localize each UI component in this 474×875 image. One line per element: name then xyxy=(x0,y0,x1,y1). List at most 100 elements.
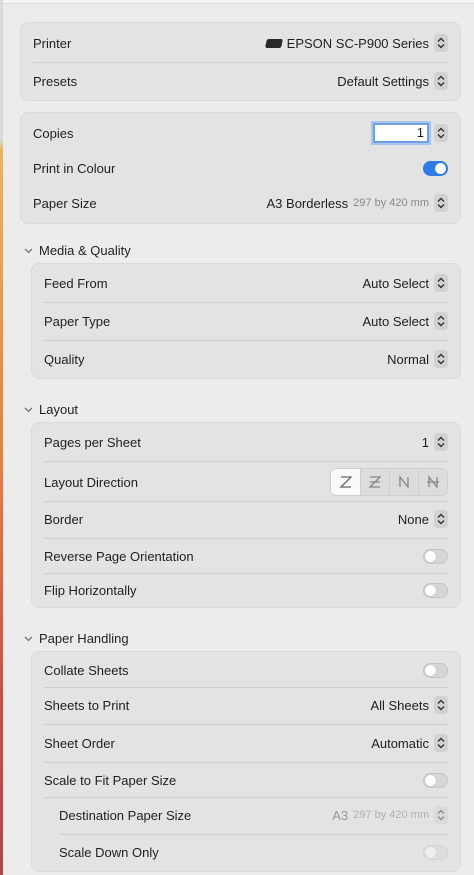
separator xyxy=(44,573,448,574)
direction-segmented-control xyxy=(330,468,448,496)
pages-row: Pages per Sheet 1 xyxy=(44,432,448,452)
media-quality-heading[interactable]: Media & Quality xyxy=(24,243,131,258)
sheets-value: All Sheets xyxy=(370,697,429,713)
chevron-updown-icon xyxy=(434,194,448,212)
paper-type-label: Paper Type xyxy=(44,313,111,329)
presets-label: Presets xyxy=(33,73,78,89)
printer-popup[interactable]: EPSON SC-P900 Series xyxy=(264,34,448,52)
chevron-down-icon xyxy=(24,636,33,642)
scale-row: Scale to Fit Paper Size xyxy=(44,770,448,790)
separator xyxy=(44,797,448,798)
chevron-updown-icon xyxy=(434,274,448,292)
border-row: Border None xyxy=(44,509,448,529)
separator xyxy=(33,62,448,63)
sheets-label: Sheets to Print xyxy=(44,697,130,713)
direction-row: Layout Direction xyxy=(44,468,448,496)
presets-row: Presets Default Settings xyxy=(33,71,448,91)
layout-group: Pages per Sheet 1 Layout Direction Borde… xyxy=(31,422,461,608)
feed-label: Feed From xyxy=(44,275,108,291)
reverse-toggle[interactable] xyxy=(423,548,448,564)
paper-size-row: Paper Size A3 Borderless 297 by 420 mm xyxy=(33,193,448,213)
paper-type-value: Auto Select xyxy=(362,313,430,329)
reverse-n-order-icon[interactable] xyxy=(418,469,447,495)
dest-label: Destination Paper Size xyxy=(59,807,192,823)
scale-label: Scale to Fit Paper Size xyxy=(44,772,177,788)
presets-value: Default Settings xyxy=(337,73,429,89)
dest-dims: 297 by 420 mm xyxy=(353,809,429,821)
chevron-updown-icon xyxy=(434,806,448,824)
sheets-popup[interactable]: All Sheets xyxy=(370,696,448,714)
quality-popup[interactable]: Normal xyxy=(387,350,448,368)
paper-size-label: Paper Size xyxy=(33,195,97,211)
flip-row: Flip Horizontally xyxy=(44,580,448,600)
paper-handling-group: Collate Sheets Sheets to Print All Sheet… xyxy=(31,651,461,872)
layout-heading[interactable]: Layout xyxy=(24,402,78,417)
paper-type-popup[interactable]: Auto Select xyxy=(362,312,448,330)
printer-value: EPSON SC-P900 Series xyxy=(286,35,429,51)
pages-popup[interactable]: 1 xyxy=(422,433,448,451)
pages-value: 1 xyxy=(421,434,429,450)
chevron-updown-icon xyxy=(434,350,448,368)
separator xyxy=(44,687,448,688)
chevron-updown-icon xyxy=(434,734,448,752)
colour-toggle[interactable] xyxy=(423,160,448,176)
collate-toggle[interactable] xyxy=(423,662,448,678)
printer-label: Printer xyxy=(33,35,72,51)
border-value: None xyxy=(397,511,429,527)
collate-label: Collate Sheets xyxy=(44,662,129,678)
paper-size-popup[interactable]: A3 Borderless 297 by 420 mm xyxy=(267,194,448,212)
separator xyxy=(44,724,448,725)
copies-control: 1 xyxy=(373,123,448,143)
colour-row: Print in Colour xyxy=(33,158,448,178)
separator xyxy=(44,302,448,303)
media-quality-group: Feed From Auto Select Paper Type Auto Se… xyxy=(31,263,461,379)
order-row: Sheet Order Automatic xyxy=(44,733,448,753)
pages-label: Pages per Sheet xyxy=(44,434,141,450)
border-popup[interactable]: None xyxy=(398,510,448,528)
z-order-icon[interactable] xyxy=(331,469,360,495)
copies-input[interactable]: 1 xyxy=(373,123,429,143)
separator xyxy=(44,340,448,341)
colour-label: Print in Colour xyxy=(33,160,116,176)
scale-down-row: Scale Down Only xyxy=(59,842,448,862)
paper-handling-heading[interactable]: Paper Handling xyxy=(24,631,129,646)
feed-row: Feed From Auto Select xyxy=(44,273,448,293)
flip-label: Flip Horizontally xyxy=(44,582,137,598)
presets-popup[interactable]: Default Settings xyxy=(337,72,448,90)
order-value: Automatic xyxy=(371,735,429,751)
scale-toggle[interactable] xyxy=(423,772,448,788)
chevron-updown-icon xyxy=(434,72,448,90)
order-popup[interactable]: Automatic xyxy=(371,734,448,752)
paper-size-dims: 297 by 420 mm xyxy=(353,197,429,209)
dest-value: A3 xyxy=(332,807,349,823)
feed-popup[interactable]: Auto Select xyxy=(362,274,448,292)
copies-label: Copies xyxy=(33,125,74,141)
scale-down-toggle[interactable] xyxy=(423,844,448,860)
order-label: Sheet Order xyxy=(44,735,115,751)
n-order-icon[interactable] xyxy=(389,469,418,495)
collate-row: Collate Sheets xyxy=(44,660,448,680)
printer-group: Printer EPSON SC-P900 Series Presets Def… xyxy=(20,22,461,101)
chevron-updown-icon xyxy=(434,433,448,451)
reverse-z-order-icon[interactable] xyxy=(360,469,389,495)
chevron-updown-icon xyxy=(434,696,448,714)
window-edge xyxy=(0,0,3,875)
dest-popup[interactable]: A3 297 by 420 mm xyxy=(332,806,448,824)
paper-type-row: Paper Type Auto Select xyxy=(44,311,448,331)
copies-row: Copies 1 xyxy=(33,122,448,144)
feed-value: Auto Select xyxy=(362,275,430,291)
sheets-row: Sheets to Print All Sheets xyxy=(44,695,448,715)
top-divider xyxy=(3,0,474,4)
printer-row: Printer EPSON SC-P900 Series xyxy=(33,33,448,53)
media-quality-title: Media & Quality xyxy=(39,243,131,258)
printer-icon xyxy=(264,38,283,48)
copies-stepper[interactable] xyxy=(434,124,448,142)
chevron-down-icon xyxy=(24,248,33,254)
reverse-label: Reverse Page Orientation xyxy=(44,548,194,564)
separator xyxy=(44,501,448,502)
scale-down-label: Scale Down Only xyxy=(59,844,159,860)
paper-size-value: A3 Borderless xyxy=(266,195,349,211)
chevron-updown-icon xyxy=(434,312,448,330)
flip-toggle[interactable] xyxy=(423,582,448,598)
separator xyxy=(44,538,448,539)
